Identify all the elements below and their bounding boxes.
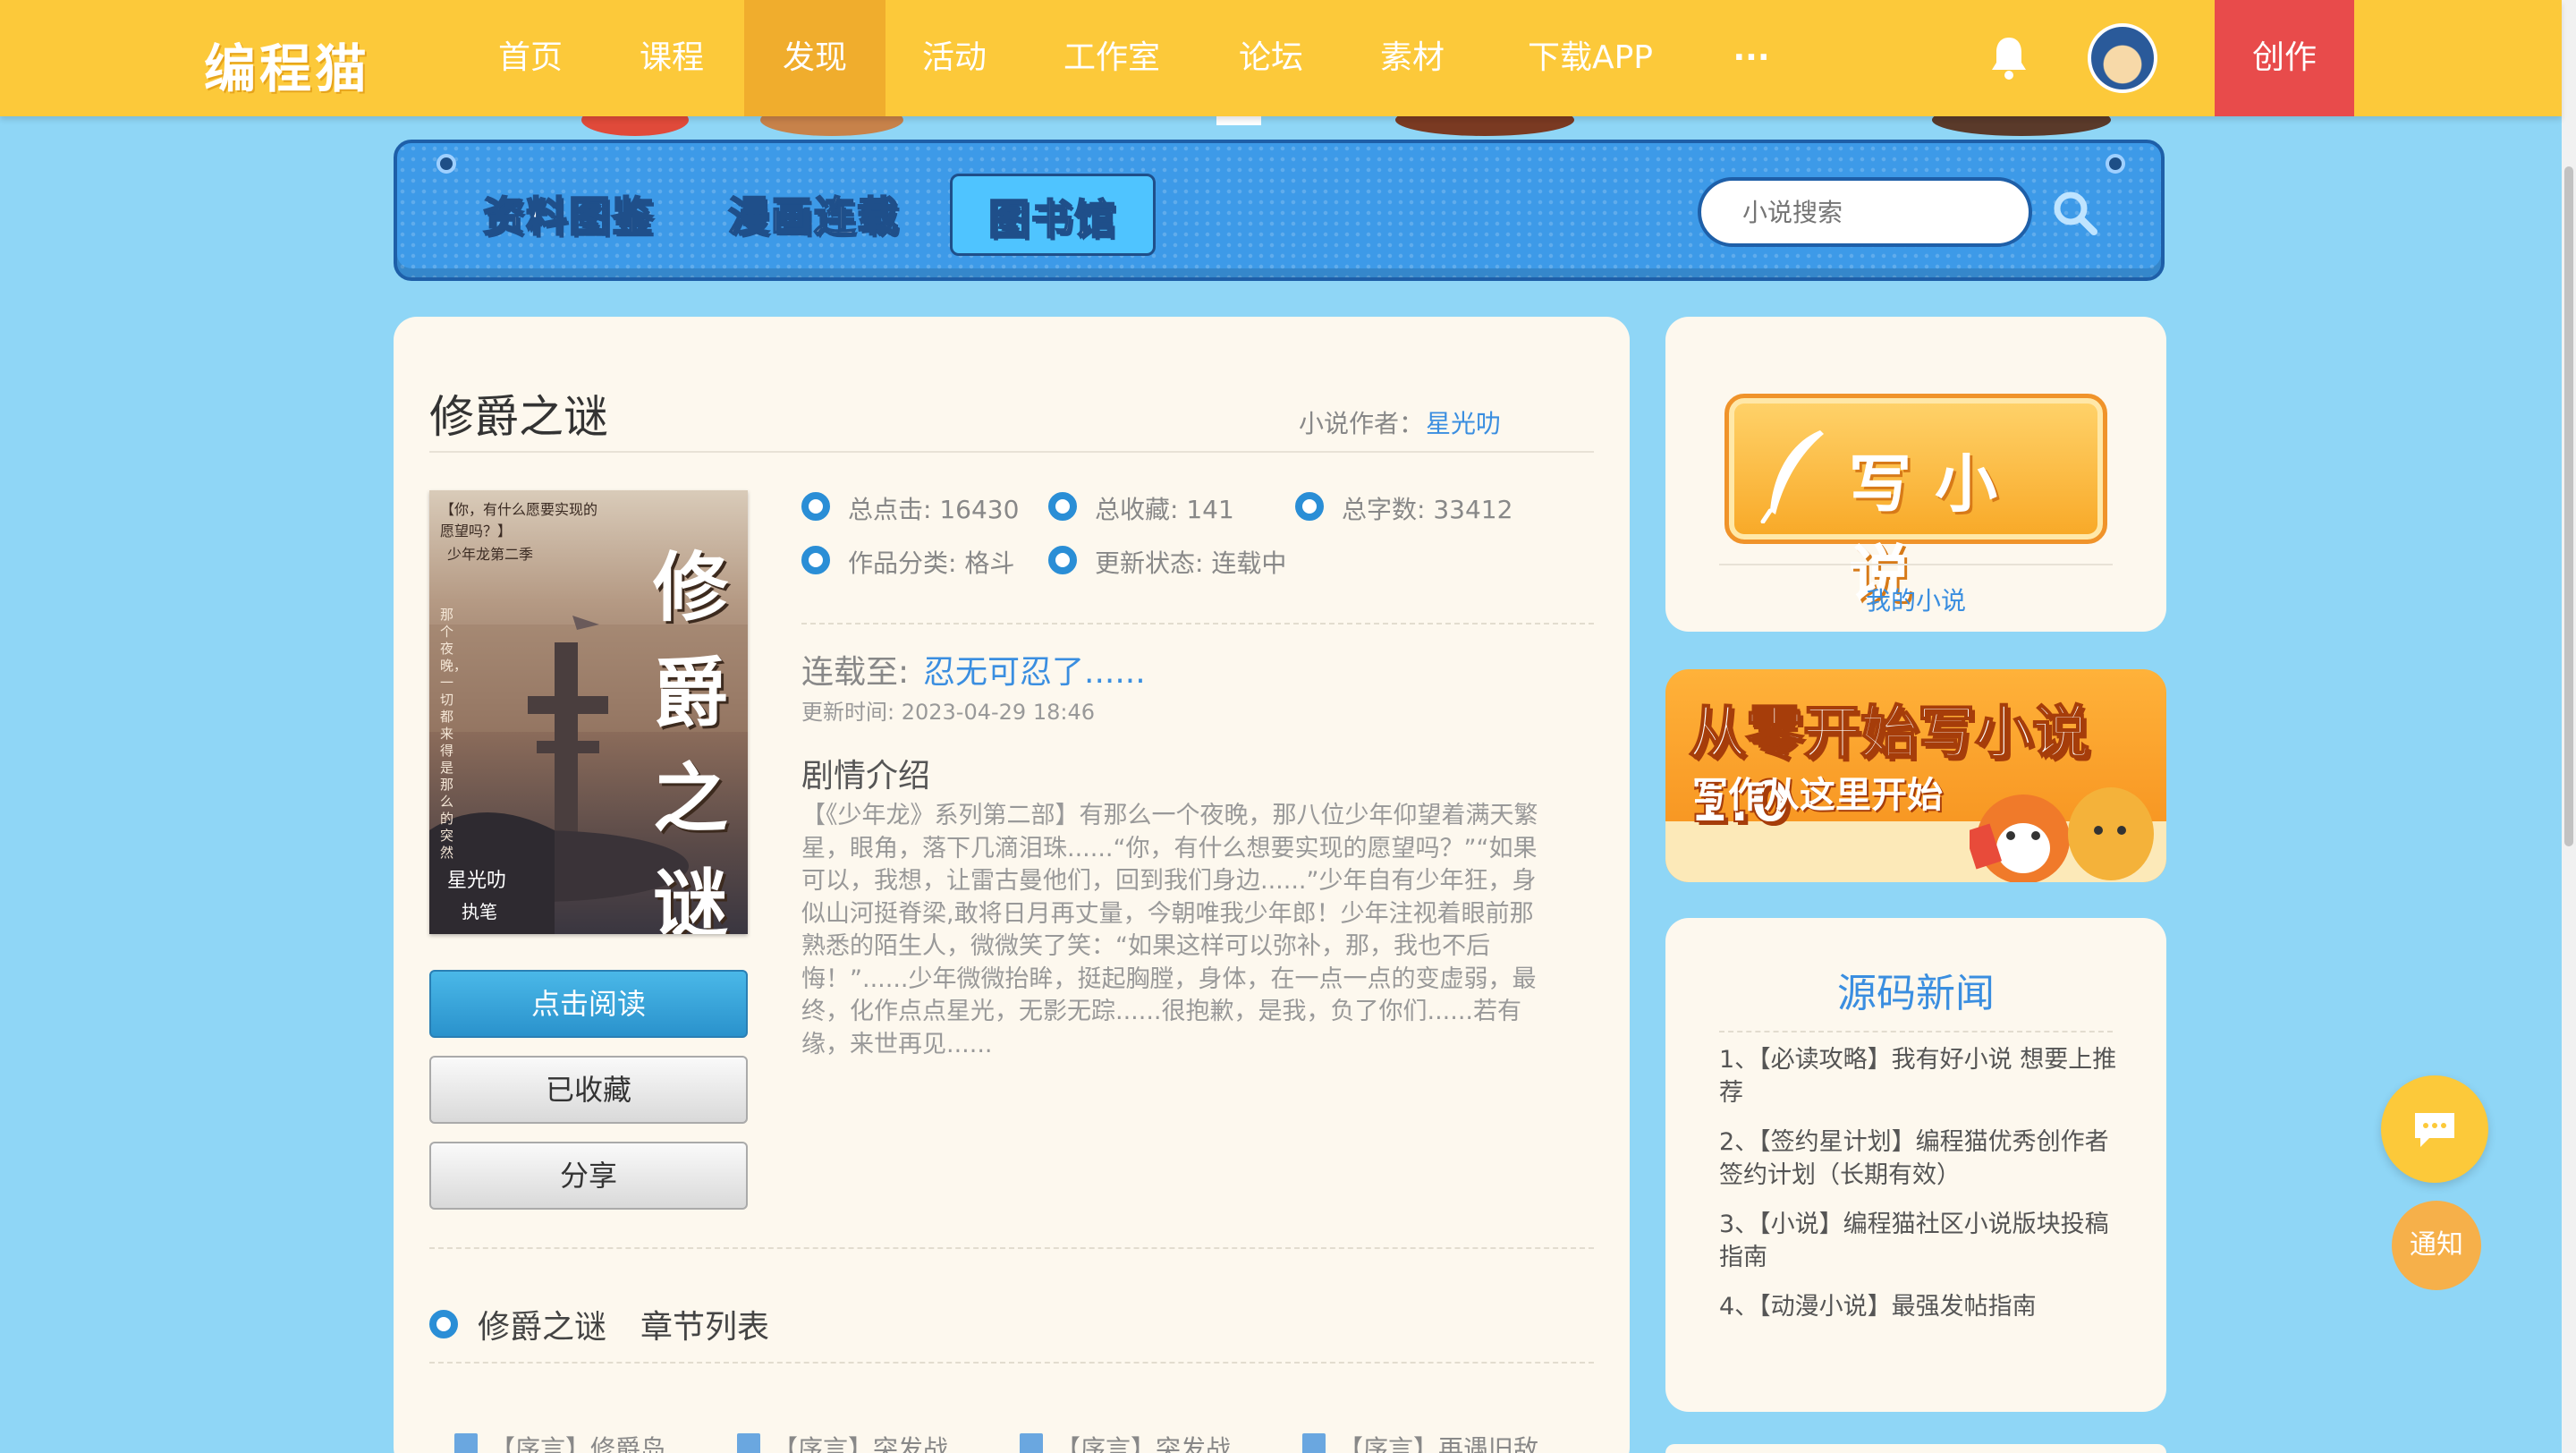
- create-button[interactable]: 创作: [2215, 0, 2354, 116]
- banner-rivet: [2106, 154, 2125, 174]
- chapter-label: 【序言】突发战: [1055, 1434, 1232, 1453]
- user-avatar[interactable]: [2088, 23, 2157, 93]
- nav-item-more[interactable]: ···: [1698, 0, 1805, 116]
- stat-text: 总字数: 33412: [1342, 495, 1513, 524]
- cover-side-text: 那个夜晚，一切都来得是那么的突然: [440, 607, 468, 861]
- bullet-icon: [801, 492, 830, 521]
- novel-search-input[interactable]: [1698, 177, 2032, 247]
- cover-series: 少年龙第二季: [447, 546, 534, 563]
- news-item[interactable]: 3、【小说】编程猫社区小说版块投稿指南: [1719, 1208, 2122, 1274]
- book-detail-card: 修爵之谜 小说作者： 星光叻 【你，有什么愿要实现的愿望吗？】 少年龙第二季 那…: [394, 317, 1630, 1453]
- cover-tagline: 【你，有什么愿要实现的愿望吗？】: [440, 501, 598, 540]
- search-icon[interactable]: [2050, 188, 2100, 238]
- book-cover[interactable]: 【你，有什么愿要实现的愿望吗？】 少年龙第二季 那个夜晚，一切都来得是那么的突然…: [429, 490, 748, 934]
- divider: [801, 623, 1594, 625]
- nav-item-events[interactable]: 活动: [896, 0, 1013, 116]
- news-item[interactable]: 1、【必读攻略】我有好小说 想要上推荐: [1719, 1043, 2122, 1109]
- chapter-list-item[interactable]: 【序言】突发战: [737, 1430, 948, 1453]
- stat-word-count: 总字数: 33412: [1295, 490, 1513, 526]
- bullet-icon: [1048, 546, 1077, 574]
- author-label: 小说作者：: [1299, 409, 1425, 438]
- divider: [429, 1362, 1594, 1364]
- nav-item-studio[interactable]: 工作室: [1045, 0, 1179, 116]
- synopsis-text: 【《少年龙》系列第二部】有那么一个夜晚，那八位少年仰望着满天繁星，眼角，落下几滴…: [801, 802, 1538, 1058]
- cover-author: 星光叻: [447, 870, 507, 892]
- feather-icon: [1760, 430, 1824, 523]
- cover-author-suffix: 执笔: [462, 901, 497, 922]
- divider: [429, 451, 1594, 453]
- nav-item-materials[interactable]: 素材: [1354, 0, 1470, 116]
- bullet-icon: [429, 1310, 458, 1338]
- chapter-list-item[interactable]: 【序言】修爵岛: [454, 1430, 665, 1453]
- notice-button[interactable]: 通知: [2392, 1201, 2481, 1290]
- document-icon: [454, 1433, 478, 1453]
- tab-encyclopedia[interactable]: 资料图鉴: [482, 184, 655, 243]
- stat-text: 作品分类: 格斗: [848, 548, 1015, 578]
- next-sidebar-card: [1665, 1444, 2166, 1453]
- write-novel-card: 写小说 我的小说: [1665, 317, 2166, 632]
- my-novels-link[interactable]: 我的小说: [1665, 582, 2166, 617]
- stat-text: 总收藏: 141: [1095, 495, 1234, 524]
- document-icon: [1302, 1433, 1326, 1453]
- stat-category: 作品分类: 格斗: [801, 544, 1014, 580]
- source-news-card: 源码新闻 1、【必读攻略】我有好小说 想要上推荐 2、【签约星计划】编程猫优秀创…: [1665, 918, 2166, 1412]
- banner-rivet: [436, 154, 456, 174]
- chat-button[interactable]: [2381, 1075, 2488, 1183]
- tutorial-promo-banner[interactable]: 从零开始写小说1.0 写作从这里开始: [1665, 669, 2166, 882]
- share-button[interactable]: 分享: [429, 1142, 748, 1210]
- chapter-section-title: 修爵之谜: [478, 1309, 607, 1346]
- stat-total-clicks: 总点击: 16430: [801, 490, 1019, 526]
- divider: [429, 1247, 1594, 1249]
- nav-item-discover[interactable]: 发现: [744, 0, 886, 116]
- author-link[interactable]: 星光叻: [1426, 404, 1501, 440]
- bullet-icon: [1295, 492, 1324, 521]
- chat-bubble-icon: [2415, 1113, 2454, 1147]
- chapter-label: 【序言】修爵岛: [490, 1434, 666, 1453]
- divider: [1719, 564, 2113, 565]
- news-title: 源码新闻: [1837, 971, 1995, 1016]
- synopsis-heading: 剧情介绍: [801, 758, 931, 794]
- cartoon-cats-illustration: [1970, 787, 2154, 882]
- chapter-label: 【序言】突发战: [773, 1434, 949, 1453]
- chapter-list-item[interactable]: 【序言】突发战: [1020, 1430, 1231, 1453]
- favorite-button[interactable]: 已收藏: [429, 1056, 748, 1124]
- nav-item-forum[interactable]: 论坛: [1213, 0, 1329, 116]
- chapter-label: 【序言】再遇旧敌: [1338, 1434, 1539, 1453]
- stat-text: 总点击: 16430: [848, 495, 1020, 524]
- bell-icon[interactable]: [1989, 34, 2029, 81]
- nav-item-courses[interactable]: 课程: [614, 0, 730, 116]
- bullet-icon: [801, 546, 830, 574]
- promo-subtitle: 写作从这里开始: [1692, 775, 1943, 816]
- tab-comics[interactable]: 漫画连载: [727, 184, 900, 243]
- chapter-list-item[interactable]: 【序言】再遇旧敌: [1302, 1430, 1538, 1453]
- top-nav: 编程猫 首页 课程 发现 活动 工作室 论坛 素材 下载APP ··· 创作: [0, 0, 2562, 116]
- news-item[interactable]: 4、【动漫小说】最强发帖指南: [1719, 1290, 2122, 1323]
- serial-label: 连载至:: [801, 654, 910, 691]
- cover-title: 修爵之谜: [653, 543, 729, 934]
- document-icon: [737, 1433, 760, 1453]
- tab-library[interactable]: 图书馆: [950, 174, 1156, 256]
- document-icon: [1020, 1433, 1043, 1453]
- latest-chapter-link[interactable]: 忍无可忍了......: [923, 646, 1146, 693]
- divider: [1719, 1031, 2113, 1032]
- stat-total-favorites: 总收藏: 141: [1048, 490, 1234, 526]
- chapter-list-label: 章节列表: [640, 1309, 770, 1346]
- read-button[interactable]: 点击阅读: [429, 970, 748, 1038]
- bullet-icon: [1048, 492, 1077, 521]
- library-banner: 资料图鉴 漫画连载 图书馆: [394, 140, 2165, 281]
- nav-item-home[interactable]: 首页: [472, 0, 589, 116]
- scrollbar-thumb[interactable]: [2564, 166, 2573, 846]
- update-time: 更新时间: 2023-04-29 18:46: [801, 700, 1095, 725]
- stat-text: 更新状态: 连载中: [1095, 548, 1287, 578]
- stat-update-status: 更新状态: 连载中: [1048, 544, 1286, 580]
- book-title: 修爵之谜: [429, 391, 608, 443]
- site-logo[interactable]: 编程猫: [204, 27, 370, 102]
- nav-item-download-app[interactable]: 下载APP: [1510, 0, 1671, 116]
- decorative-characters-strip: [581, 116, 2111, 136]
- write-novel-button[interactable]: 写小说: [1724, 394, 2107, 611]
- news-item[interactable]: 2、【签约星计划】编程猫优秀创作者签约计划（长期有效）: [1719, 1126, 2122, 1192]
